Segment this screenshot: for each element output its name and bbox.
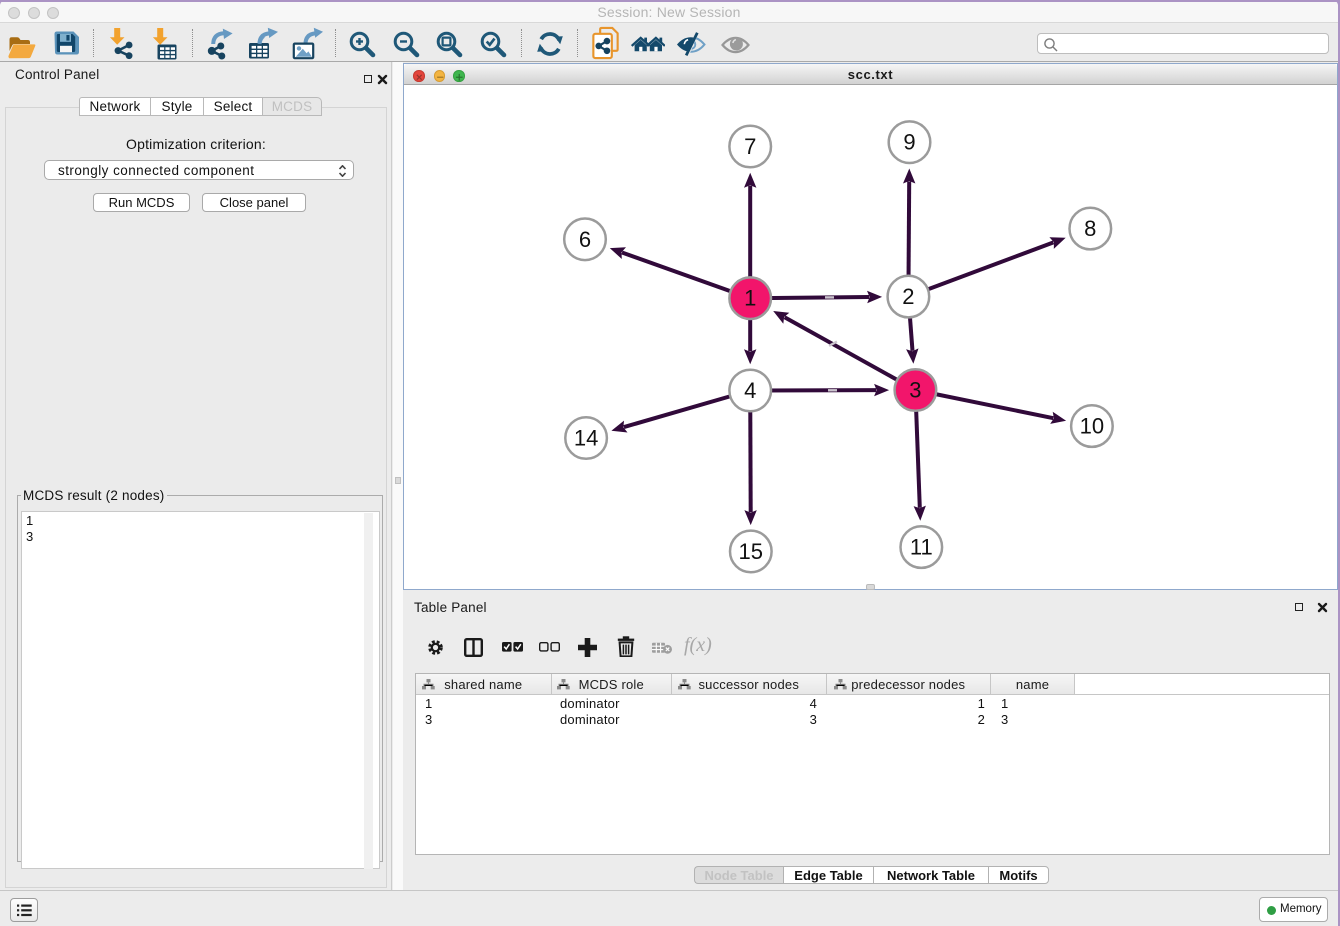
svg-text:14: 14 xyxy=(574,426,598,451)
svg-text:9: 9 xyxy=(903,130,915,155)
svg-text:7: 7 xyxy=(744,134,756,159)
svg-text:11: 11 xyxy=(910,535,933,560)
svg-text:2: 2 xyxy=(902,284,914,309)
svg-text:10: 10 xyxy=(1080,414,1104,439)
svg-text:4: 4 xyxy=(744,378,756,403)
svg-text:3: 3 xyxy=(909,378,921,403)
svg-text:1: 1 xyxy=(744,286,756,311)
svg-text:15: 15 xyxy=(739,539,763,564)
svg-text:8: 8 xyxy=(1084,216,1096,241)
svg-text:6: 6 xyxy=(579,227,591,252)
